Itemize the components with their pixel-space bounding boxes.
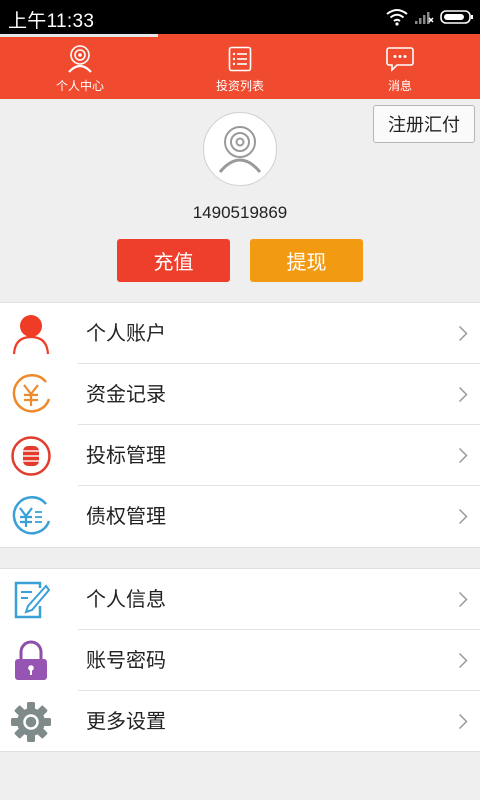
chevron-right-icon [458, 447, 468, 464]
menu-item-personal-account[interactable]: 个人账户 [0, 303, 480, 364]
avatar-placeholder-icon [218, 126, 262, 173]
gear-icon [10, 701, 52, 743]
menu-label: 更多设置 [86, 709, 166, 733]
chevron-right-icon [458, 386, 468, 403]
menu-group-account: 个人账户 资金记录 投标管理 债权管理 [0, 302, 480, 548]
chevron-right-icon [458, 652, 468, 669]
recharge-button[interactable]: 充值 [117, 239, 230, 282]
register-huifu-button[interactable]: 注册汇付 [373, 105, 475, 143]
chevron-right-icon [458, 713, 468, 730]
status-time: 上午11:33 [8, 11, 95, 32]
menu-item-account-password[interactable]: 账号密码 [0, 630, 480, 691]
battery-icon [440, 9, 474, 25]
menu-label: 投标管理 [86, 443, 166, 467]
tab-investment-list[interactable]: 投资列表 [160, 37, 320, 99]
menu-label: 个人账户 [86, 321, 166, 345]
menu-label: 债权管理 [86, 504, 166, 528]
menu-item-debt-management[interactable]: 债权管理 [0, 486, 480, 547]
message-icon [386, 44, 414, 74]
signal-icon [414, 9, 434, 25]
menu-label: 账号密码 [86, 648, 166, 672]
tab-bar: 个人中心 投资列表 消息 [0, 34, 480, 99]
yuan-list-icon [10, 496, 52, 538]
tab-label: 个人中心 [55, 79, 104, 93]
chevron-right-icon [458, 325, 468, 342]
menu-item-fund-records[interactable]: 资金记录 [0, 364, 480, 425]
tab-messages[interactable]: 消息 [320, 37, 480, 99]
chevron-right-icon [458, 591, 468, 608]
edit-icon [10, 579, 52, 621]
menu-label: 资金记录 [86, 382, 166, 406]
menu-item-bid-management[interactable]: 投标管理 [0, 425, 480, 486]
menu-item-personal-info[interactable]: 个人信息 [0, 569, 480, 630]
menu-item-more-settings[interactable]: 更多设置 [0, 691, 480, 752]
avatar[interactable] [203, 112, 277, 186]
chevron-right-icon [458, 508, 468, 525]
coin-stack-icon [10, 435, 52, 477]
status-bar: 上午11:33 [0, 0, 480, 34]
menu-group-settings: 个人信息 账号密码 更多设置 [0, 568, 480, 752]
lock-icon [10, 640, 52, 682]
status-icons [386, 6, 474, 28]
menu-label: 个人信息 [86, 587, 166, 611]
profile-section: 注册汇付 1490519869 充值 提现 [0, 99, 480, 302]
person-icon [10, 313, 52, 355]
user-phone: 1490519869 [192, 203, 288, 222]
tab-label: 投资列表 [215, 79, 264, 93]
withdraw-button[interactable]: 提现 [250, 239, 363, 282]
yuan-circle-icon [10, 374, 52, 416]
tab-label: 消息 [387, 79, 412, 93]
wifi-icon [386, 8, 408, 26]
list-icon [228, 44, 252, 74]
tab-user-center[interactable]: 个人中心 [0, 37, 160, 99]
user-center-icon [67, 44, 93, 74]
